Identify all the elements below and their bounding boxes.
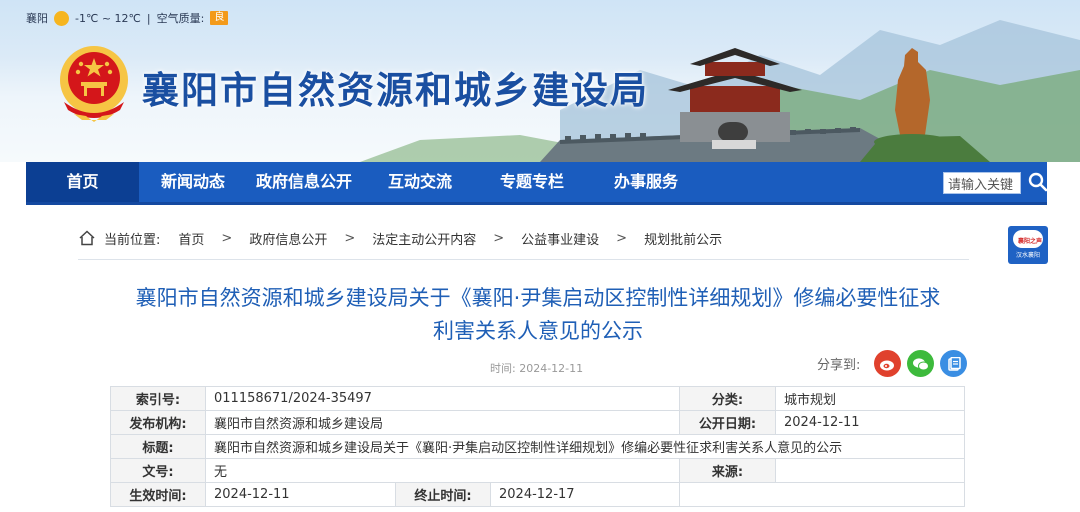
table-row: 文号: 无 来源: xyxy=(110,458,965,483)
aqi-badge: 良 xyxy=(210,11,229,25)
title-label: 标题: xyxy=(110,434,206,459)
article-title-line1: 襄阳市自然资源和城乡建设局关于《襄阳·尹集启动区控制性详细规划》修编必要性征求 xyxy=(135,286,941,310)
table-row: 索引号: 011158671/2024-35497 分类: 城市规划 xyxy=(110,386,965,411)
effective-label: 生效时间: xyxy=(110,482,206,507)
nav-item-home[interactable]: 首页 xyxy=(26,162,139,202)
source-value xyxy=(775,458,965,483)
home-icon xyxy=(79,230,95,246)
breadcrumb-public-welfare[interactable]: 公益事业建设 xyxy=(521,229,599,248)
wechat-share-icon[interactable] xyxy=(907,350,935,377)
breadcrumb-statutory[interactable]: 法定主动公开内容 xyxy=(372,229,476,248)
breadcrumb-separator: > xyxy=(616,230,628,246)
index-value: 011158671/2024-35497 xyxy=(205,386,680,411)
weather-bar: 襄阳 -1℃ ~ 12℃ | 空气质量: 良 xyxy=(26,10,229,26)
nav-item-news[interactable]: 新闻动态 xyxy=(161,162,225,202)
breadcrumb-home[interactable]: 首页 xyxy=(178,229,204,248)
breadcrumb: 当前位置: 首页 > 政府信息公开 > 法定主动公开内容 > 公益事业建设 > … xyxy=(78,228,722,248)
pubdate-label: 公开日期: xyxy=(679,410,776,435)
category-label: 分类: xyxy=(679,386,776,411)
nav-item-interaction[interactable]: 互动交流 xyxy=(388,162,452,202)
effective-value: 2024-12-11 xyxy=(205,482,396,507)
sun-icon xyxy=(54,10,69,26)
share-label: 分享到: xyxy=(817,358,861,373)
search-icon[interactable] xyxy=(1026,170,1050,194)
breadcrumb-planning-notice[interactable]: 规划批前公示 xyxy=(644,229,722,248)
site-title: 襄阳市自然资源和城乡建设局 xyxy=(142,69,649,112)
title-value: 襄阳市自然资源和城乡建设局关于《襄阳·尹集启动区控制性详细规划》修编必要性征求利… xyxy=(205,434,965,459)
header-banner: 襄阳 -1℃ ~ 12℃ | 空气质量: 良 襄阳市自然资源和城乡建设局 xyxy=(0,0,1080,162)
breadcrumb-prefix: 当前位置: xyxy=(104,232,161,248)
breadcrumb-gov-info[interactable]: 政府信息公开 xyxy=(249,229,327,248)
publisher-value: 襄阳市自然资源和城乡建设局 xyxy=(205,410,680,435)
index-label: 索引号: xyxy=(110,386,206,411)
table-row: 发布机构: 襄阳市自然资源和城乡建设局 公开日期: 2024-12-11 xyxy=(110,410,965,435)
badge-top-text: 襄阳之声 xyxy=(1018,238,1043,245)
article-title-line2: 利害关系人意见的公示 xyxy=(433,319,643,343)
publisher-label: 发布机构: xyxy=(110,410,206,435)
table-row: 生效时间: 2024-12-11 终止时间: 2024-12-17 xyxy=(110,482,965,507)
weibo-share-icon[interactable] xyxy=(874,350,902,377)
table-row: 标题: 襄阳市自然资源和城乡建设局关于《襄阳·尹集启动区控制性详细规划》修编必要… xyxy=(110,434,965,459)
expiry-label: 终止时间: xyxy=(395,482,491,507)
badge-bottom-text: 汉水襄阳 xyxy=(1015,252,1040,259)
nav-item-services[interactable]: 办事服务 xyxy=(614,162,678,202)
article-title: 襄阳市自然资源和城乡建设局关于《襄阳·尹集启动区控制性详细规划》修编必要性征求 … xyxy=(88,282,988,348)
expiry-value: 2024-12-17 xyxy=(490,482,680,507)
breadcrumb-separator: > xyxy=(493,230,505,246)
source-label: 来源: xyxy=(679,458,776,483)
category-value: 城市规划 xyxy=(775,386,965,411)
national-emblem-icon xyxy=(60,46,128,122)
info-table: 索引号: 011158671/2024-35497 分类: 城市规划 发布机构:… xyxy=(110,386,965,507)
breadcrumb-divider xyxy=(78,259,969,260)
breadcrumb-separator: > xyxy=(221,230,233,246)
empty-cell xyxy=(679,482,965,507)
city-label: 襄阳 xyxy=(26,12,48,25)
aqi-label: 空气质量: xyxy=(156,12,205,25)
nav-item-gov-info[interactable]: 政府信息公开 xyxy=(256,162,352,202)
pubdate-value: 2024-12-11 xyxy=(775,410,965,435)
divider: | xyxy=(146,11,151,25)
share-bar: 分享到: xyxy=(817,350,973,377)
qzone-share-icon[interactable] xyxy=(940,350,968,377)
breadcrumb-separator: > xyxy=(344,230,356,246)
nav-item-topics[interactable]: 专题专栏 xyxy=(500,162,564,202)
docno-value: 无 xyxy=(205,458,680,483)
docno-label: 文号: xyxy=(110,458,206,483)
temperature-text: -1℃ ~ 12℃ xyxy=(75,11,141,25)
search-box xyxy=(916,170,1048,194)
search-input[interactable] xyxy=(943,172,1021,194)
xiangyang-voice-badge[interactable]: 襄阳之声 汉水襄阳 xyxy=(1008,226,1048,264)
publish-time: 时间: 2024-12-11 xyxy=(490,362,584,375)
main-nav: 首页 新闻动态 政府信息公开 互动交流 专题专栏 办事服务 xyxy=(26,162,1048,205)
